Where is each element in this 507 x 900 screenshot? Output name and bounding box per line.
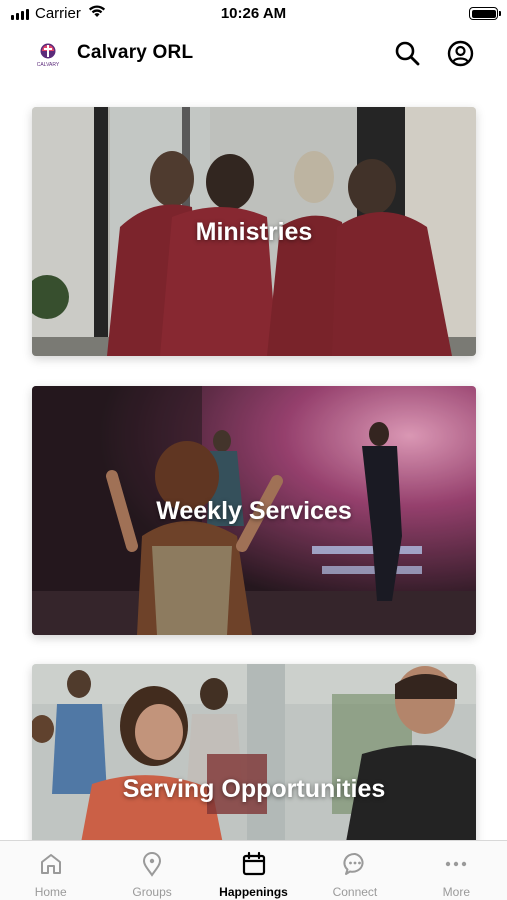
tab-happenings[interactable]: Happenings: [203, 841, 304, 900]
ministries-label: Ministries: [195, 218, 313, 246]
status-time: 10:26 AM: [220, 5, 287, 22]
profile-button[interactable]: [446, 39, 474, 67]
chat-bubble-icon: [343, 853, 364, 875]
tab-home[interactable]: Home: [0, 841, 101, 900]
ministries-card[interactable]: Ministries: [32, 107, 476, 356]
more-dots-icon: [446, 861, 467, 867]
tab-more-label: More: [442, 885, 470, 899]
calendar-icon: [242, 851, 265, 876]
logo-text: CALVARY: [37, 62, 60, 68]
battery-icon: [469, 7, 501, 20]
tab-more[interactable]: More: [406, 841, 507, 900]
tab-happenings-label: Happenings: [219, 885, 288, 899]
tab-home-label: Home: [34, 885, 67, 899]
search-button[interactable]: [393, 39, 421, 67]
weekly-services-card[interactable]: Weekly Services: [32, 386, 476, 635]
tab-bar: Home Groups Happenings Connect More: [0, 840, 507, 900]
weekly-services-label: Weekly Services: [156, 497, 352, 525]
home-icon: [40, 854, 61, 874]
church-logo-icon: CALVARY: [37, 43, 60, 68]
search-icon: [395, 41, 420, 66]
tab-connect[interactable]: Connect: [304, 841, 405, 900]
tab-groups-label: Groups: [132, 885, 172, 899]
status-bar: Carrier 10:26 AM: [0, 0, 507, 28]
tab-groups[interactable]: Groups: [101, 841, 202, 900]
serving-opportunities-label: Serving Opportunities: [122, 775, 386, 803]
serving-opportunities-card[interactable]: Serving Opportunities: [32, 664, 476, 864]
profile-icon: [447, 40, 473, 66]
serving-opportunities-photo: [32, 664, 476, 864]
tab-connect-label: Connect: [332, 885, 378, 899]
app-title: Calvary ORL: [77, 42, 194, 63]
location-pin-icon: [143, 852, 162, 877]
app-header: CALVARY Calvary ORL: [0, 32, 507, 74]
